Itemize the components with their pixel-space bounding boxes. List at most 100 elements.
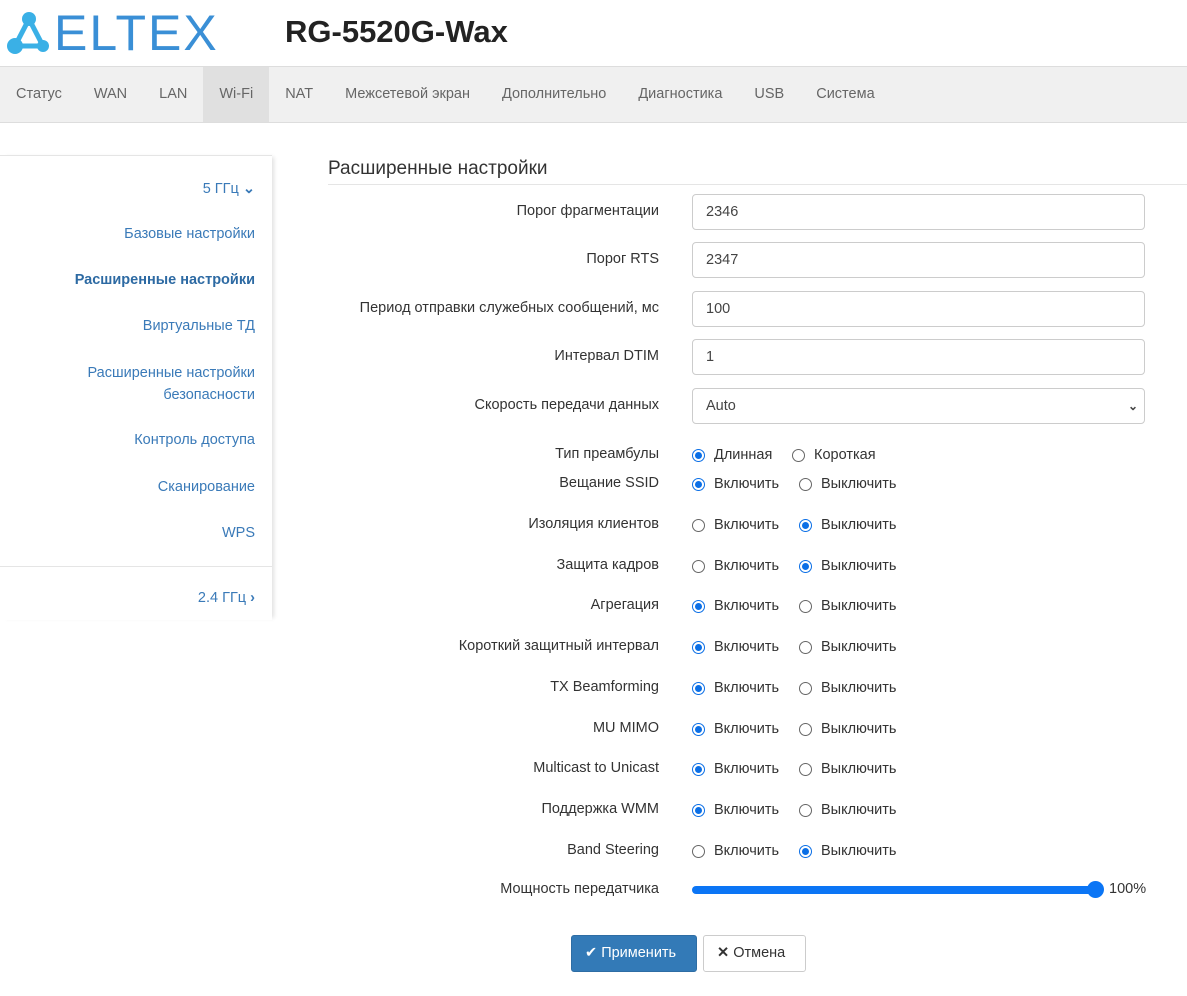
nav-item[interactable]: Статус [0, 67, 78, 122]
radio-button[interactable] [692, 448, 705, 462]
band-label: 5 ГГц [202, 181, 239, 197]
radio-button[interactable] [799, 518, 812, 532]
sidebar-item-wps[interactable]: WPS [222, 522, 255, 544]
sidebar-item-virtual-ap[interactable]: Виртуальные ТД [143, 315, 255, 337]
sidebar-band-5ghz[interactable]: 5 ГГц ⌄ [203, 178, 255, 200]
text-input[interactable]: 1 [692, 339, 1145, 375]
radio-button[interactable] [799, 559, 812, 573]
radio-label: Короткая [814, 447, 876, 463]
nav-item[interactable]: Система [800, 67, 890, 122]
rate-select[interactable]: Auto ⌄ [692, 388, 1145, 424]
sidebar-item-security[interactable]: Расширенные настройки безопасности [87, 362, 255, 406]
radio-button[interactable] [692, 681, 705, 695]
radio-button[interactable] [692, 477, 705, 491]
nav-item[interactable]: LAN [143, 67, 203, 122]
nav-item[interactable]: NAT [269, 67, 329, 122]
radio-button[interactable] [692, 762, 705, 776]
nav-item[interactable]: Межсетевой экран [329, 67, 486, 122]
radio-option[interactable]: Выключить [799, 476, 896, 492]
field-label: Короткий защитный интервал [458, 638, 659, 654]
radio-option[interactable]: Выключить [799, 558, 896, 574]
radio-option[interactable]: Выключить [799, 761, 896, 777]
radio-label: Выключить [821, 680, 897, 696]
radio-option[interactable]: Включить [692, 802, 779, 818]
field-label: MU MIMO [592, 720, 659, 736]
radio-option[interactable]: Включить [692, 517, 779, 533]
field-label: Изоляция клиентов [528, 516, 659, 532]
apply-button[interactable]: ✔ Применить [571, 935, 697, 972]
radio-option[interactable]: Короткая [792, 447, 876, 463]
sidebar-item-scan[interactable]: Сканирование [158, 476, 255, 498]
field-label: Скорость передачи данных [474, 397, 659, 413]
device-model: RG-5520G-Wax [285, 14, 508, 49]
radio-option[interactable]: Включить [692, 680, 779, 696]
radio-option[interactable]: Включить [692, 721, 779, 737]
nav-item[interactable]: Дополнительно [486, 67, 622, 122]
cancel-button[interactable]: ✕ Отмена [703, 935, 806, 972]
radio-button[interactable] [692, 803, 705, 817]
radio-button[interactable] [692, 599, 705, 613]
radio-option[interactable]: Включить [692, 843, 779, 859]
radio-option[interactable]: Длинная [692, 447, 772, 463]
power-slider[interactable] [692, 881, 1104, 898]
text-input[interactable]: 2347 [692, 242, 1145, 278]
field-value: Auto [706, 398, 736, 414]
radio-button[interactable] [799, 803, 812, 817]
radio-button[interactable] [799, 477, 812, 491]
label-line2: безопасности [163, 387, 255, 403]
radio-option[interactable]: Выключить [799, 802, 896, 818]
cancel-label: Отмена [733, 945, 786, 961]
radio-option[interactable]: Включить [692, 476, 779, 492]
text-input[interactable]: 100 [692, 291, 1145, 327]
slider-thumb[interactable] [1087, 881, 1104, 898]
nav-item[interactable]: Wi-Fi [203, 67, 270, 122]
sidebar-band-24ghz[interactable]: 2.4 ГГц › [198, 587, 255, 609]
radio-option[interactable]: Выключить [799, 721, 896, 737]
radio-option[interactable]: Включить [692, 598, 779, 614]
radio-option[interactable]: Выключить [799, 843, 896, 859]
field-label: Поддержка WMM [541, 801, 659, 817]
radio-button[interactable] [799, 599, 812, 613]
radio-label: Включить [714, 598, 780, 614]
radio-option[interactable]: Выключить [799, 639, 896, 655]
radio-button[interactable] [799, 722, 812, 736]
chevron-down-icon: ⌄ [242, 181, 255, 197]
radio-label: Выключить [821, 476, 897, 492]
chevron-right-icon: › [250, 590, 255, 606]
radio-option[interactable]: Включить [692, 558, 779, 574]
radio-option[interactable]: Включить [692, 639, 779, 655]
logo-text: ELTEX [54, 5, 219, 61]
radio-button[interactable] [692, 640, 705, 654]
radio-button[interactable] [692, 844, 705, 858]
radio-button[interactable] [692, 559, 705, 573]
sidebar-item-basic[interactable]: Базовые настройки [124, 223, 255, 245]
radio-label: Выключить [821, 639, 897, 655]
nav-item[interactable]: WAN [78, 67, 143, 122]
sidebar: 5 ГГц ⌄ Базовые настройки Расширенные на… [0, 155, 272, 620]
radio-button[interactable] [792, 448, 805, 462]
eltex-logo[interactable]: ELTEX [6, 5, 219, 61]
radio-button[interactable] [692, 722, 705, 736]
field-label: TX Beamforming [550, 679, 659, 695]
nav-item[interactable]: USB [738, 67, 800, 122]
radio-button[interactable] [692, 518, 705, 532]
sidebar-item-access-control[interactable]: Контроль доступа [134, 429, 255, 451]
radio-button[interactable] [799, 681, 812, 695]
radio-button[interactable] [799, 762, 812, 776]
radio-label: Длинная [714, 447, 773, 463]
label-line1: Расширенные настройки [87, 365, 255, 381]
radio-button[interactable] [799, 844, 812, 858]
nav-item[interactable]: Диагностика [622, 67, 738, 122]
radio-option[interactable]: Выключить [799, 517, 896, 533]
page-title: Расширенные настройки [328, 158, 548, 179]
radio-option[interactable]: Выключить [799, 680, 896, 696]
sidebar-item-advanced[interactable]: Расширенные настройки [75, 269, 255, 291]
radio-button[interactable] [799, 640, 812, 654]
power-label: Мощность передатчика [500, 881, 659, 897]
radio-label: Выключить [821, 517, 897, 533]
text-input[interactable]: 2346 [692, 194, 1145, 230]
radio-option[interactable]: Включить [692, 761, 779, 777]
radio-option[interactable]: Выключить [799, 598, 896, 614]
radio-label: Включить [714, 517, 780, 533]
close-icon: ✕ [717, 945, 730, 961]
